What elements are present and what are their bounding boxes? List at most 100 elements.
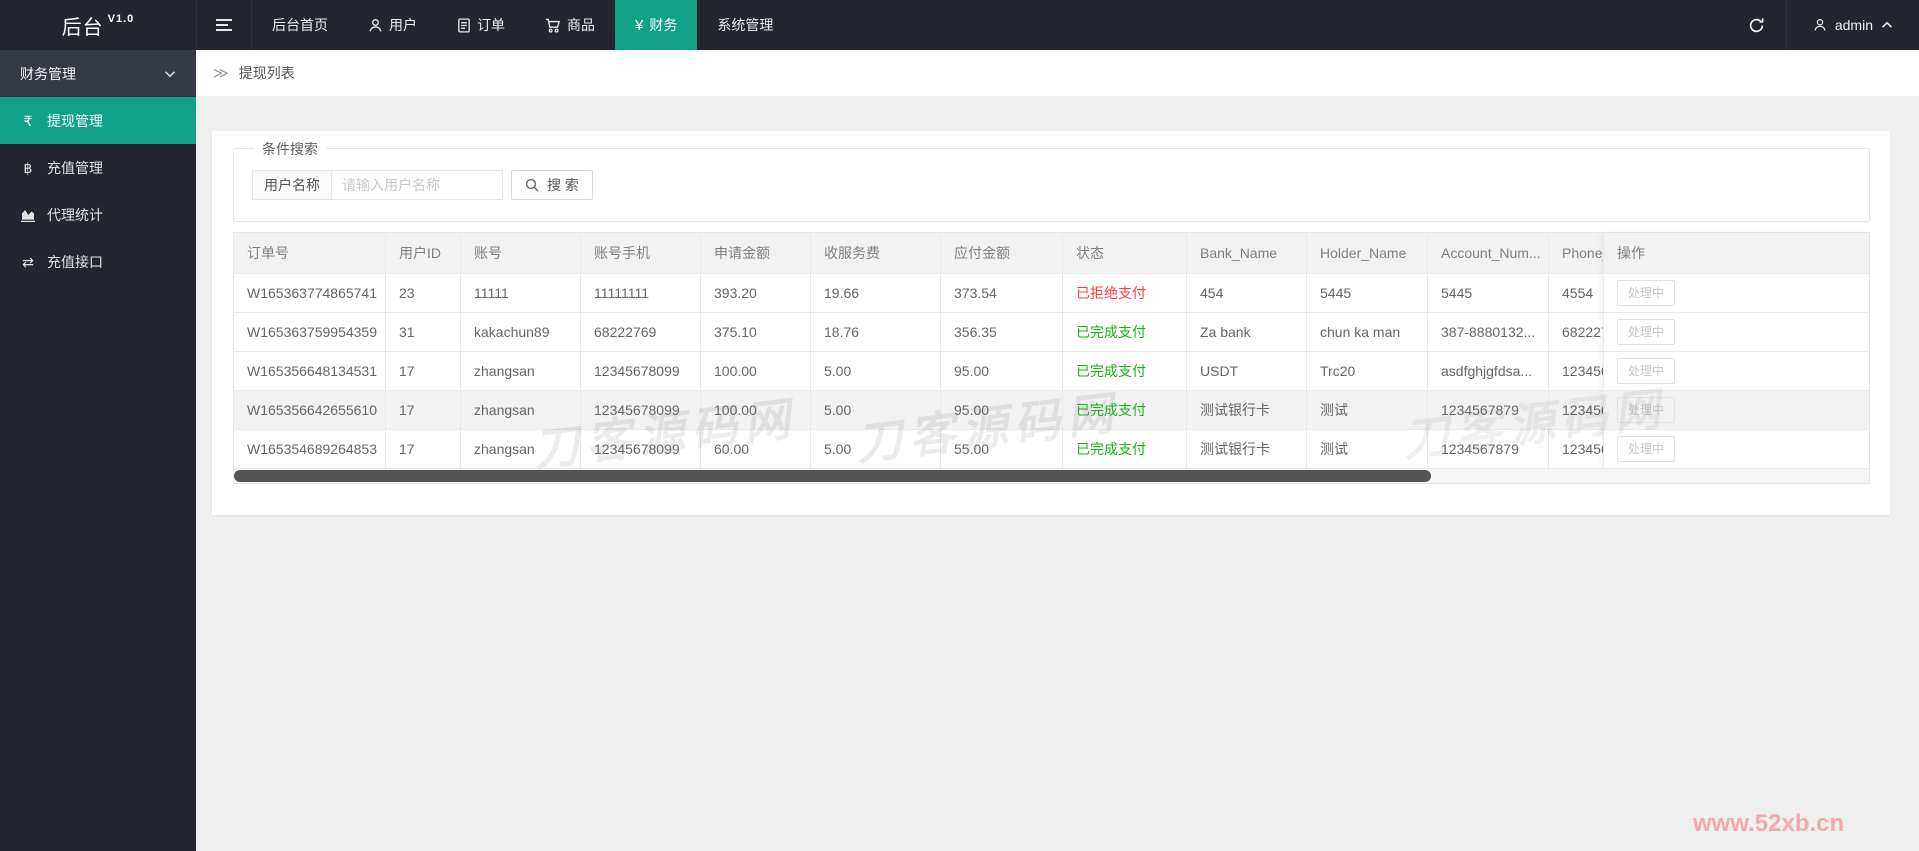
- order-icon: [457, 17, 471, 33]
- cell-apply-amount: 100.00: [701, 391, 811, 429]
- withdraw-table: 订单号 用户ID 账号 账号手机 申请金额 收服务费 应付金额 状态 Bank_…: [233, 232, 1870, 484]
- nav-item-label: 商品: [567, 17, 595, 33]
- admin-menu[interactable]: admin: [1785, 0, 1919, 50]
- processing-button[interactable]: 处理中: [1617, 436, 1676, 462]
- sidebar-item-withdraw[interactable]: ₹ 提现管理: [0, 97, 196, 144]
- transfer-icon: ⇄: [22, 253, 34, 270]
- cell-holder-name: chun ka man: [1307, 313, 1428, 351]
- top-navbar: 后台 V1.0 后台首页 用户 订单 商品 ¥ 财务 系统管理 admin: [0, 0, 1919, 50]
- scrollbar-thumb[interactable]: [234, 470, 1431, 482]
- cell-account-phone: 68222769: [581, 313, 701, 351]
- content-area: 条件搜索 用户名称 搜 索 订单号 用户ID 账号: [196, 96, 1919, 851]
- cell-status: 已完成支付: [1063, 430, 1187, 468]
- hamburger-icon: [216, 18, 232, 32]
- refresh-button[interactable]: [1728, 0, 1786, 50]
- cell-account-num: asdfghjgfdsa...: [1428, 352, 1549, 390]
- cell-user-id: 31: [386, 313, 461, 351]
- breadcrumb-current: 提现列表: [238, 65, 295, 81]
- sidebar-group-finance[interactable]: 财务管理: [0, 50, 196, 97]
- cell-status: 已拒绝支付: [1063, 274, 1187, 312]
- processing-button[interactable]: 处理中: [1617, 397, 1676, 423]
- sidebar-item-label: 提现管理: [47, 112, 103, 129]
- admin-username: admin: [1834, 17, 1873, 33]
- cell-account: 11111: [461, 274, 581, 312]
- baht-icon: ฿: [23, 159, 33, 176]
- app-title: 后台: [61, 16, 104, 39]
- search-legend: 条件搜索: [254, 139, 326, 159]
- cell-user-id: 17: [386, 430, 461, 468]
- operation-cell: 处理中: [1604, 312, 1869, 351]
- col-header-account-phone: 账号手机: [581, 233, 701, 273]
- operation-cell: 处理中: [1604, 273, 1869, 312]
- col-header-apply-amount: 申请金额: [701, 233, 811, 273]
- cell-status: 已完成支付: [1063, 352, 1187, 390]
- sidebar-item-recharge[interactable]: ฿ 充值管理: [0, 144, 196, 191]
- operation-cell: 处理中: [1604, 390, 1869, 429]
- user-icon: [1813, 18, 1827, 32]
- cell-account-phone: 11111111: [581, 274, 701, 312]
- sidebar-item-label: 充值接口: [47, 253, 103, 270]
- nav-item-home[interactable]: 后台首页: [252, 0, 348, 50]
- nav-item-system[interactable]: 系统管理: [697, 0, 793, 50]
- chevron-down-icon: [164, 70, 176, 78]
- cell-pay-amount: 356.35: [941, 313, 1063, 351]
- cell-pay-amount: 95.00: [941, 352, 1063, 390]
- username-field-label: 用户名称: [252, 170, 332, 200]
- cell-bank-name: 测试银行卡: [1187, 391, 1307, 429]
- col-header-service-fee: 收服务费: [811, 233, 941, 273]
- nav-item-goods[interactable]: 商品: [525, 0, 615, 50]
- sidebar-collapse-button[interactable]: [196, 0, 252, 50]
- cell-user-id: 17: [386, 352, 461, 390]
- processing-button[interactable]: 处理中: [1617, 358, 1676, 384]
- nav-item-label: 系统管理: [717, 17, 774, 33]
- search-icon: [525, 178, 539, 192]
- col-header-order-no: 订单号: [234, 233, 386, 273]
- search-button-label: 搜 索: [547, 177, 579, 193]
- sidebar-group-label: 财务管理: [20, 65, 76, 82]
- navbar-right: admin: [1728, 0, 1919, 50]
- table-row: W165363774865741 23 11111 11111111 393.2…: [234, 273, 1669, 312]
- cell-order-no: W165363774865741: [234, 274, 386, 312]
- operation-cell: 处理中: [1604, 351, 1869, 390]
- processing-button[interactable]: 处理中: [1617, 280, 1676, 306]
- col-header-operation: 操作: [1604, 233, 1869, 273]
- search-button[interactable]: 搜 索: [511, 170, 593, 200]
- nav-item-label: 订单: [477, 17, 505, 33]
- operation-cell: 处理中: [1604, 429, 1869, 468]
- sidebar: 财务管理 ₹ 提现管理 ฿ 充值管理 代理统计 ⇄ 充值接口: [0, 50, 196, 851]
- nav-item-finance[interactable]: ¥ 财务: [615, 0, 698, 50]
- username-input[interactable]: [332, 170, 503, 200]
- cell-account: zhangsan: [461, 352, 581, 390]
- cell-holder-name: 测试: [1307, 430, 1428, 468]
- cell-account: zhangsan: [461, 391, 581, 429]
- cell-service-fee: 5.00: [811, 352, 941, 390]
- cell-account-num: 1234567879: [1428, 391, 1549, 429]
- cell-apply-amount: 375.10: [701, 313, 811, 351]
- cell-bank-name: USDT: [1187, 352, 1307, 390]
- horizontal-scrollbar: [234, 468, 1869, 483]
- processing-button[interactable]: 处理中: [1617, 319, 1676, 345]
- cell-bank-name: Za bank: [1187, 313, 1307, 351]
- sidebar-item-agent-stats[interactable]: 代理统计: [0, 191, 196, 238]
- cell-pay-amount: 55.00: [941, 430, 1063, 468]
- table-row: W165363759954359 31 kakachun89 68222769 …: [234, 312, 1669, 351]
- cell-status: 已完成支付: [1063, 391, 1187, 429]
- cell-account-num: 387-8880132...: [1428, 313, 1549, 351]
- cell-account: zhangsan: [461, 430, 581, 468]
- table-row: W165356642655610 17 zhangsan 12345678099…: [234, 390, 1669, 429]
- col-header-pay-amount: 应付金额: [941, 233, 1063, 273]
- col-header-status: 状态: [1063, 233, 1187, 273]
- cell-apply-amount: 393.20: [701, 274, 811, 312]
- nav-item-orders[interactable]: 订单: [437, 0, 525, 50]
- table-row: W165354689264853 17 zhangsan 12345678099…: [234, 429, 1669, 468]
- search-fieldset: 条件搜索 用户名称 搜 索: [233, 139, 1870, 222]
- table-header-row: 订单号 用户ID 账号 账号手机 申请金额 收服务费 应付金额 状态 Bank_…: [234, 233, 1669, 273]
- nav-item-users[interactable]: 用户: [348, 0, 437, 50]
- cell-holder-name: 5445: [1307, 274, 1428, 312]
- cell-apply-amount: 100.00: [701, 352, 811, 390]
- sidebar-item-label: 代理统计: [47, 206, 103, 223]
- cell-user-id: 17: [386, 391, 461, 429]
- sidebar-item-recharge-api[interactable]: ⇄ 充值接口: [0, 238, 196, 285]
- cell-apply-amount: 60.00: [701, 430, 811, 468]
- cell-service-fee: 5.00: [811, 430, 941, 468]
